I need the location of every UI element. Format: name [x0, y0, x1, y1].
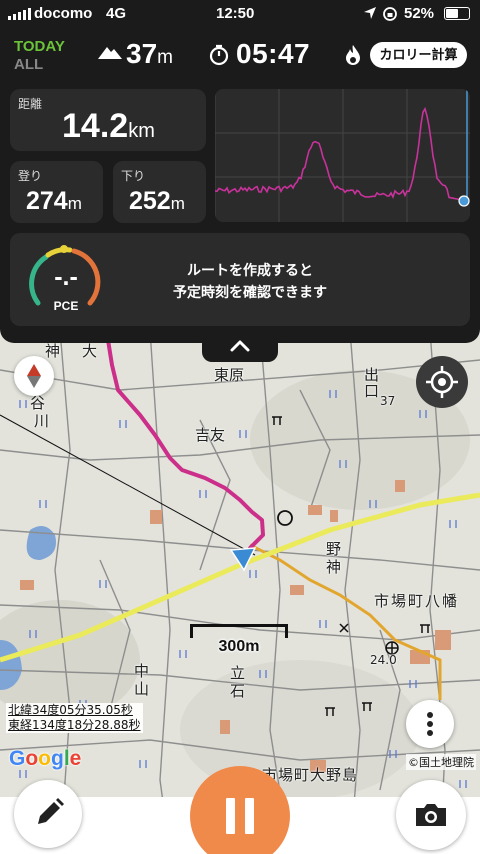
more-vertical-icon: [427, 712, 433, 736]
location-arrow-icon: [362, 5, 378, 24]
map-label: 市場町八幡: [374, 592, 460, 610]
elevation-cursor-dot: [458, 195, 470, 207]
pace-card[interactable]: -.- PCE ルートを作成すると 予定時刻を確認できます: [10, 233, 470, 326]
camera-icon: [416, 804, 446, 826]
elapsed-time: 05:47: [236, 38, 311, 69]
collapse-panel-button[interactable]: [202, 330, 278, 362]
distance-label: 距離: [18, 97, 43, 111]
distance-card: 距離 14.2km: [10, 89, 206, 151]
orientation-lock-icon: [382, 6, 398, 26]
battery-percent: 52%: [404, 5, 435, 22]
altitude-display: 37m: [126, 38, 173, 70]
distance-value: 14.2: [62, 107, 129, 145]
descent-label: 下り: [121, 169, 146, 183]
chevron-up-icon: [230, 340, 250, 352]
pace-label: PCE: [53, 299, 79, 313]
today-tab[interactable]: TODAY: [14, 38, 65, 55]
all-tab[interactable]: ALL: [14, 56, 43, 73]
map-scale-bar: 300m: [190, 624, 288, 660]
map-label: 東原: [214, 366, 245, 384]
descent-card: 下り 252m: [113, 161, 206, 223]
camera-button[interactable]: [396, 780, 466, 850]
altitude-value: 37: [126, 38, 158, 69]
coordinates-readout: 北緯34度05分35.05秒 東経134度18分28.88秒: [6, 703, 143, 733]
ascent-display: 274m: [26, 187, 82, 216]
map-scale-label: 300m: [218, 638, 260, 655]
longitude-text: 東経134度18分28.88秒: [8, 718, 141, 732]
ascent-card: 登り 274m: [10, 161, 103, 223]
pace-message-line1: ルートを作成すると: [187, 262, 313, 278]
map-label: 24.0: [370, 653, 397, 667]
map-label: 石: [230, 682, 246, 700]
map-attribution: ©国土地理院: [406, 754, 476, 770]
map-label: 口: [364, 382, 380, 400]
descent-display: 252m: [129, 187, 185, 216]
pause-icon: [226, 798, 235, 834]
pace-message-line2: 予定時刻を確認できます: [173, 284, 327, 300]
map-label: 吉友: [195, 426, 226, 444]
stats-panel: docomo 4G 12:50 52% TODAY ALL 37m 05:47 …: [0, 0, 480, 343]
flame-icon: [344, 44, 362, 71]
battery-icon: [444, 7, 470, 20]
pencil-icon: [38, 798, 64, 824]
clock: 12:50: [216, 5, 255, 22]
descent-unit: m: [170, 194, 185, 213]
map-label: 37: [380, 394, 396, 408]
elevation-chart-svg: [215, 89, 470, 222]
pace-message: ルートを作成すると 予定時刻を確認できます: [140, 259, 360, 303]
google-logo: Google: [9, 747, 82, 770]
more-button[interactable]: [406, 700, 454, 748]
map-label: 川: [34, 412, 50, 430]
locate-icon: [426, 366, 458, 398]
pace-value: -.-: [54, 263, 78, 291]
mountain-icon: [98, 44, 122, 65]
map-label: 神: [326, 558, 342, 576]
ascent-label: 登り: [18, 169, 43, 183]
elevation-line: [215, 106, 466, 202]
signal-icon: [8, 8, 31, 20]
compass-icon: [27, 364, 41, 388]
distance-unit: km: [128, 120, 155, 142]
distance-display: 14.2km: [62, 107, 155, 146]
elevation-chart[interactable]: [215, 89, 470, 222]
ascent-unit: m: [67, 194, 82, 213]
latitude-text: 北緯34度05分35.05秒: [8, 703, 133, 717]
carrier-name: docomo: [34, 5, 93, 22]
map-label: 山: [134, 680, 150, 698]
ascent-value: 274: [26, 187, 68, 215]
locate-button[interactable]: [416, 356, 468, 408]
status-bar: docomo 4G 12:50 52%: [0, 0, 480, 28]
map-label: 大: [82, 342, 98, 360]
altitude-unit: m: [157, 47, 173, 68]
descent-value: 252: [129, 187, 171, 215]
stopwatch-icon: [208, 44, 230, 71]
edit-button[interactable]: [14, 780, 82, 848]
network-type: 4G: [106, 5, 127, 22]
calorie-calc-button[interactable]: カロリー計算: [370, 42, 467, 68]
compass-button[interactable]: [14, 356, 54, 396]
